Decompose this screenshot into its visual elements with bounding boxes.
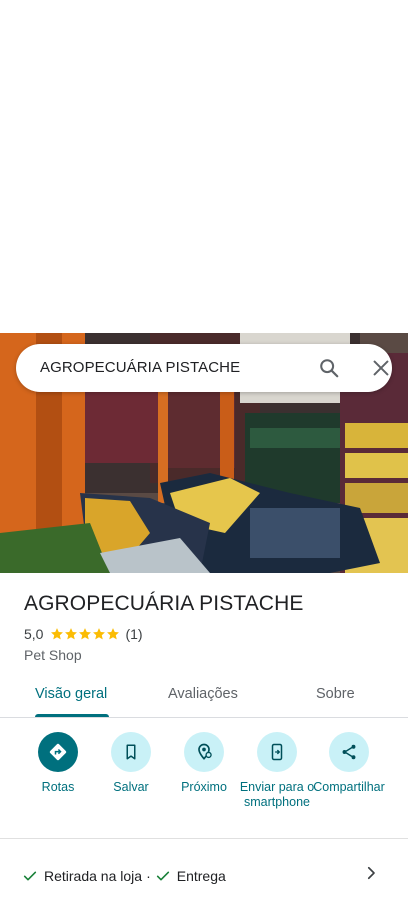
rating-row[interactable]: 5,0 (1): [24, 625, 143, 643]
send-to-phone-label: Enviar para o smartphone: [239, 780, 315, 809]
directions-icon[interactable]: [38, 732, 78, 772]
review-count[interactable]: (1): [125, 626, 142, 642]
star-icon: [51, 628, 64, 640]
star-rating: [50, 627, 120, 641]
directions-button[interactable]: Rotas: [18, 732, 98, 795]
send-to-phone-icon[interactable]: [257, 732, 297, 772]
nearby-icon[interactable]: [184, 732, 224, 772]
place-category: Pet Shop: [24, 647, 82, 663]
place-title: AGROPECUÁRIA PISTACHE: [24, 592, 304, 615]
star-icon: [107, 628, 120, 640]
close-icon[interactable]: [370, 357, 392, 379]
nearby-button[interactable]: Próximo: [164, 732, 244, 795]
section-divider: [0, 838, 408, 839]
send-to-phone-button[interactable]: Enviar para o smartphone: [237, 732, 317, 810]
chevron-right-icon[interactable]: [362, 864, 380, 882]
map-area[interactable]: [0, 0, 408, 333]
place-tabs: Visão geral Avaliações Sobre: [0, 678, 408, 718]
directions-label: Rotas: [41, 780, 75, 794]
share-button[interactable]: Compartilhar: [309, 732, 389, 795]
star-icon: [65, 628, 78, 640]
share-label: Compartilhar: [313, 780, 385, 794]
star-icon: [79, 628, 92, 640]
search-bar[interactable]: AGROPECUÁRIA PISTACHE: [16, 344, 392, 392]
search-query[interactable]: AGROPECUÁRIA PISTACHE: [40, 359, 240, 376]
nearby-label: Próximo: [181, 780, 227, 794]
bookmark-icon[interactable]: [111, 732, 151, 772]
save-button[interactable]: Salvar: [91, 732, 171, 795]
check-icon: [23, 871, 37, 881]
service-pickup: Retirada na loja: [44, 868, 143, 884]
save-label: Salvar: [113, 780, 149, 794]
tab-reviews[interactable]: Avaliações: [168, 686, 238, 702]
tab-overview[interactable]: Visão geral: [35, 686, 107, 702]
active-tab-indicator: [35, 714, 109, 717]
search-icon[interactable]: [318, 357, 340, 379]
rating-value: 5,0: [24, 626, 44, 642]
service-separator: ·: [146, 868, 151, 884]
check-icon: [156, 871, 169, 881]
share-icon[interactable]: [329, 732, 369, 772]
tab-about[interactable]: Sobre: [316, 686, 355, 702]
services-row[interactable]: Retirada na loja · Entrega: [22, 866, 226, 886]
star-icon: [93, 628, 106, 640]
service-delivery: Entrega: [176, 868, 226, 884]
